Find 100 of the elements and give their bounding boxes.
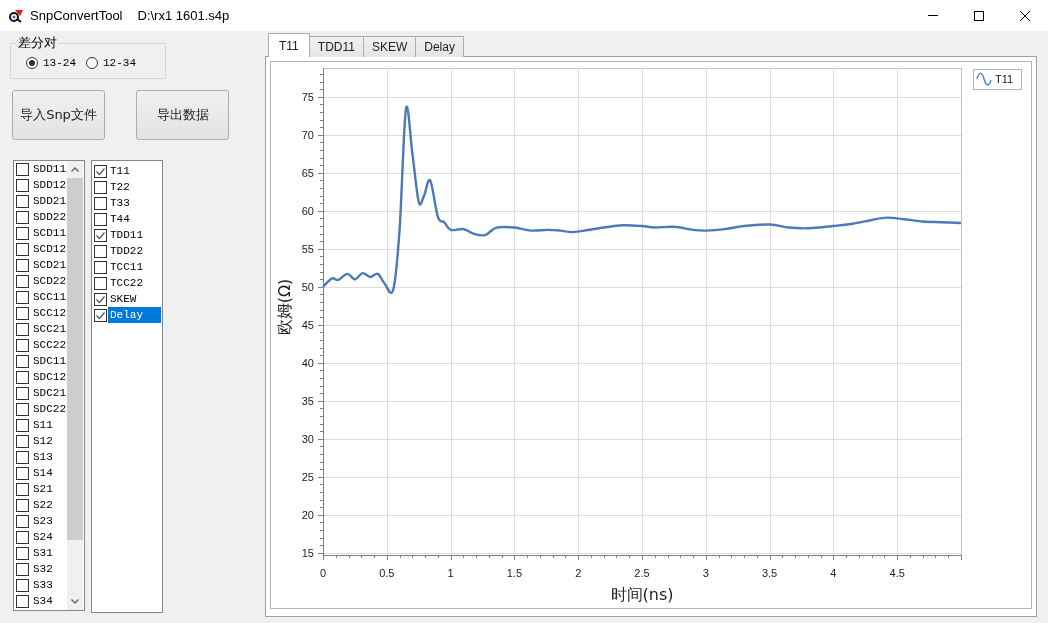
checkbox[interactable] <box>16 514 29 528</box>
checkbox[interactable] <box>16 226 29 240</box>
checkbox[interactable] <box>94 260 107 274</box>
checkbox[interactable] <box>16 338 29 352</box>
tab[interactable]: Delay <box>415 36 464 57</box>
list-item[interactable]: SDD21 <box>32 193 67 209</box>
list-item[interactable]: SDC21 <box>32 385 67 401</box>
checkbox[interactable] <box>16 578 29 592</box>
list-item[interactable]: S11 <box>32 417 67 433</box>
tab[interactable]: TDD11 <box>308 36 364 57</box>
axis-tick-label: 1 <box>447 567 454 579</box>
list-item[interactable]: S32 <box>32 561 67 577</box>
list-item[interactable]: S14 <box>32 465 67 481</box>
list-item[interactable]: TCC11 <box>108 259 161 275</box>
list-item[interactable]: SCC12 <box>32 305 67 321</box>
axis-tick-label: 70 <box>301 128 314 141</box>
checkbox[interactable] <box>94 196 107 210</box>
checkbox[interactable] <box>16 546 29 560</box>
checkbox[interactable] <box>16 258 29 272</box>
list-item[interactable]: S34 <box>32 593 67 609</box>
checkbox[interactable] <box>16 290 29 304</box>
list-item[interactable]: S13 <box>32 449 67 465</box>
list-item[interactable]: S24 <box>32 529 67 545</box>
list-item[interactable]: S22 <box>32 497 67 513</box>
list-item[interactable]: SCD12 <box>32 241 67 257</box>
list-item[interactable]: SCC11 <box>32 289 67 305</box>
checkbox[interactable] <box>16 162 29 176</box>
tab[interactable]: SKEW <box>362 36 417 57</box>
axis-tick-label: 2.5 <box>634 567 650 579</box>
radio-button[interactable] <box>26 56 38 69</box>
list-item[interactable]: Delay <box>108 307 161 323</box>
checkbox[interactable] <box>94 164 107 178</box>
checkbox[interactable] <box>16 194 29 208</box>
list-item[interactable]: SDC11 <box>32 353 67 369</box>
checkbox[interactable] <box>16 434 29 448</box>
radio-button[interactable] <box>86 56 98 69</box>
axis-tick-label: 20 <box>301 508 314 521</box>
checkbox[interactable] <box>16 178 29 192</box>
list-item[interactable]: SCD21 <box>32 257 67 273</box>
checkbox[interactable] <box>16 306 29 320</box>
legend-label: T11 <box>995 73 1014 85</box>
list-item[interactable]: S31 <box>32 545 67 561</box>
list-item[interactable]: SDC22 <box>32 401 67 417</box>
list-item[interactable]: S23 <box>32 513 67 529</box>
list-item[interactable]: S12 <box>32 433 67 449</box>
checkbox[interactable] <box>16 210 29 224</box>
list-item[interactable]: SCD11 <box>32 225 67 241</box>
list-item[interactable]: TDD11 <box>108 227 161 243</box>
chevron-up-icon[interactable] <box>71 167 79 172</box>
checkbox[interactable] <box>16 530 29 544</box>
checkbox[interactable] <box>16 402 29 416</box>
scrollbar[interactable] <box>67 161 83 610</box>
group-label: 差分对 <box>17 35 58 51</box>
x-axis-title: 时间(ns) <box>610 585 674 604</box>
list-item[interactable]: T44 <box>108 211 161 227</box>
checkbox[interactable] <box>16 418 29 432</box>
list-item[interactable]: SDC12 <box>32 369 67 385</box>
action-button[interactable]: 导出数据 <box>136 90 229 140</box>
list-item[interactable]: S33 <box>32 577 67 593</box>
checkbox[interactable] <box>16 370 29 384</box>
chevron-down-icon[interactable] <box>71 599 79 604</box>
checkbox[interactable] <box>16 242 29 256</box>
radio-label[interactable]: 12-34 <box>103 56 137 69</box>
list-item[interactable]: T33 <box>108 195 161 211</box>
list-item[interactable]: SKEW <box>108 291 161 307</box>
action-button[interactable]: 导入Snp文件 <box>12 90 105 140</box>
checkbox[interactable] <box>94 292 107 306</box>
checkbox[interactable] <box>94 308 107 322</box>
checkbox[interactable] <box>16 466 29 480</box>
checkbox[interactable] <box>94 212 107 226</box>
list-item[interactable]: SDD12 <box>32 177 67 193</box>
checkbox[interactable] <box>16 354 29 368</box>
axis-tick-label: 60 <box>301 204 314 217</box>
radio-label[interactable]: 13-24 <box>43 56 76 69</box>
checkbox[interactable] <box>16 498 29 512</box>
checkbox[interactable] <box>16 482 29 496</box>
list-item[interactable]: SCC21 <box>32 321 67 337</box>
checkbox[interactable] <box>94 228 107 242</box>
checkbox[interactable] <box>16 322 29 336</box>
list-item[interactable]: SCC22 <box>32 337 67 353</box>
list-item[interactable]: SDD11 <box>32 161 67 177</box>
checkbox[interactable] <box>16 562 29 576</box>
checkbox[interactable] <box>16 450 29 464</box>
scrollbar-thumb[interactable] <box>67 178 83 540</box>
list-item[interactable]: TCC22 <box>108 275 161 291</box>
checkbox[interactable] <box>94 276 107 290</box>
checkbox[interactable] <box>16 594 29 608</box>
list-item[interactable]: SCD22 <box>32 273 67 289</box>
axis-tick-label: 50 <box>301 280 314 293</box>
checkbox[interactable] <box>16 274 29 288</box>
checkbox[interactable] <box>16 386 29 400</box>
list-item[interactable]: T22 <box>108 179 161 195</box>
list-item[interactable]: T11 <box>108 163 161 179</box>
list-item[interactable]: SDD22 <box>32 209 67 225</box>
tab[interactable]: T11 <box>268 33 310 57</box>
checkbox[interactable] <box>94 180 107 194</box>
axis-tick-label: 4.5 <box>889 567 905 579</box>
checkbox[interactable] <box>94 244 107 258</box>
list-item[interactable]: TDD22 <box>108 243 161 259</box>
list-item[interactable]: S21 <box>32 481 67 497</box>
